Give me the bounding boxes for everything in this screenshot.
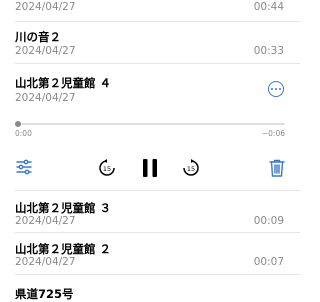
recording-item[interactable]: 川の音２ 2024/04/27 00:33	[0, 22, 300, 64]
recording-item[interactable]: 山北第２児童館 ３ 2024/04/27 00:09	[0, 191, 300, 233]
elapsed-time: 0:00	[15, 129, 32, 138]
skip-back-label: 15	[103, 165, 111, 173]
recording-duration: 00:33	[253, 45, 284, 57]
recording-duration: 00:07	[253, 256, 284, 268]
trash-icon[interactable]	[268, 158, 286, 178]
recording-date: 2024/04/27	[15, 92, 76, 104]
recording-date: 2024/04/27	[15, 45, 76, 57]
recording-item[interactable]: 2024/04/27 00:44	[0, 0, 300, 22]
recording-title: 山北第２児童館 ２	[15, 242, 112, 256]
skip-back-15-icon[interactable]: 15	[97, 158, 117, 178]
recording-title: 山北第２児童館 ３	[15, 201, 112, 215]
recording-date: 2024/04/27	[15, 256, 76, 268]
pause-icon[interactable]	[140, 157, 160, 179]
recording-duration: 00:09	[253, 215, 284, 227]
playback-scrubber[interactable]	[15, 121, 285, 127]
scrubber-knob[interactable]	[15, 121, 21, 127]
skip-forward-label: 15	[187, 165, 195, 173]
remaining-time: −0:06	[261, 129, 285, 138]
more-options-icon[interactable]	[268, 81, 284, 97]
skip-forward-15-icon[interactable]: 15	[181, 158, 201, 178]
recording-date: 2024/04/27	[15, 215, 76, 227]
recording-item[interactable]: 県道725号	[0, 275, 300, 301]
recording-title: 山北第２児童館 ４	[15, 76, 112, 90]
recording-duration: 00:44	[253, 1, 284, 13]
recording-item[interactable]: 山北第２児童館 ２ 2024/04/27 00:07	[0, 233, 300, 275]
recording-date: 2024/04/27	[15, 1, 76, 13]
recording-title: 川の音２	[15, 30, 61, 44]
settings-sliders-icon[interactable]	[15, 158, 33, 176]
